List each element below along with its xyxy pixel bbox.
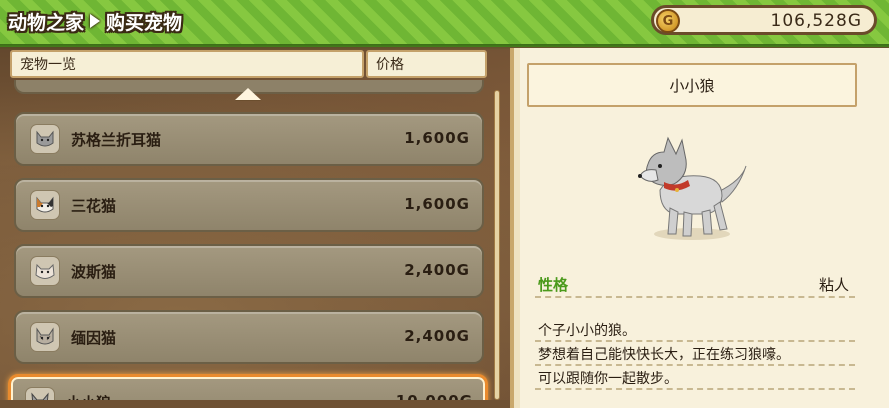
- divider: [535, 340, 855, 342]
- wolf-pet-image: [638, 136, 747, 240]
- list-scrollbar[interactable]: [494, 90, 500, 400]
- trait-label: 性格: [538, 276, 569, 294]
- pet-price: 1,600G: [404, 195, 470, 213]
- detail-pet-name: 小小狼: [669, 76, 715, 95]
- breadcrumb: 动物之家 购买宠物: [8, 6, 182, 36]
- cat-gray-icon: [30, 124, 60, 154]
- gold-coin-icon: G: [656, 9, 680, 33]
- list-item[interactable]: 缅因猫 2,400G: [14, 310, 484, 364]
- list-item-selected[interactable]: 小小狼 10,000G: [8, 374, 488, 400]
- pet-price: 10,000G: [396, 392, 473, 400]
- detail-name-ribbon: 小小狼: [527, 63, 857, 115]
- description-line-3: 可以跟随你一起散步。: [538, 371, 678, 387]
- pet-price: 2,400G: [404, 261, 470, 279]
- pet-name: 缅因猫: [71, 329, 117, 347]
- description-line-1: 个子小小的狼。: [538, 323, 636, 339]
- money-amount: 106,528G: [770, 11, 862, 31]
- cat-mainecoon-icon: [30, 322, 60, 352]
- pet-name: 苏格兰折耳猫: [71, 131, 162, 149]
- divider: [535, 296, 855, 298]
- wolf-icon: [25, 387, 55, 400]
- description-line-2: 梦想着自己能快快长大，正在练习狼嚎。: [538, 347, 790, 363]
- pet-name: 小小狼: [66, 392, 111, 400]
- column-header-price: 价格: [366, 50, 487, 78]
- pet-name: 三花猫: [71, 197, 117, 215]
- money-display: G 106,528G: [651, 5, 877, 35]
- list-item[interactable]: 波斯猫 2,400G: [14, 244, 484, 298]
- list-item[interactable]: 苏格兰折耳猫 1,600G: [14, 112, 484, 166]
- cat-calico-icon: [30, 190, 60, 220]
- breadcrumb-shop: 动物之家: [8, 11, 85, 34]
- divider: [535, 364, 855, 366]
- breadcrumb-arrow-icon: [90, 14, 101, 28]
- pet-list: 苏格兰折耳猫 1,600G 三花猫 1,600G 波斯猫 2,400G 缅因猫 …: [0, 80, 505, 400]
- pet-price: 1,600G: [404, 129, 470, 147]
- pet-price: 2,400G: [404, 327, 470, 345]
- scroll-up-arrow-icon[interactable]: [235, 88, 261, 100]
- breadcrumb-page: 购买宠物: [106, 11, 183, 34]
- column-header-list: 宠物一览: [10, 50, 364, 78]
- cat-persian-icon: [30, 256, 60, 286]
- trait-value: 粘人: [818, 276, 849, 294]
- list-item[interactable]: 三花猫 1,600G: [14, 178, 484, 232]
- divider: [535, 388, 855, 390]
- top-banner: 动物之家 购买宠物 G 106,528G: [0, 0, 889, 50]
- pet-name: 波斯猫: [71, 263, 117, 281]
